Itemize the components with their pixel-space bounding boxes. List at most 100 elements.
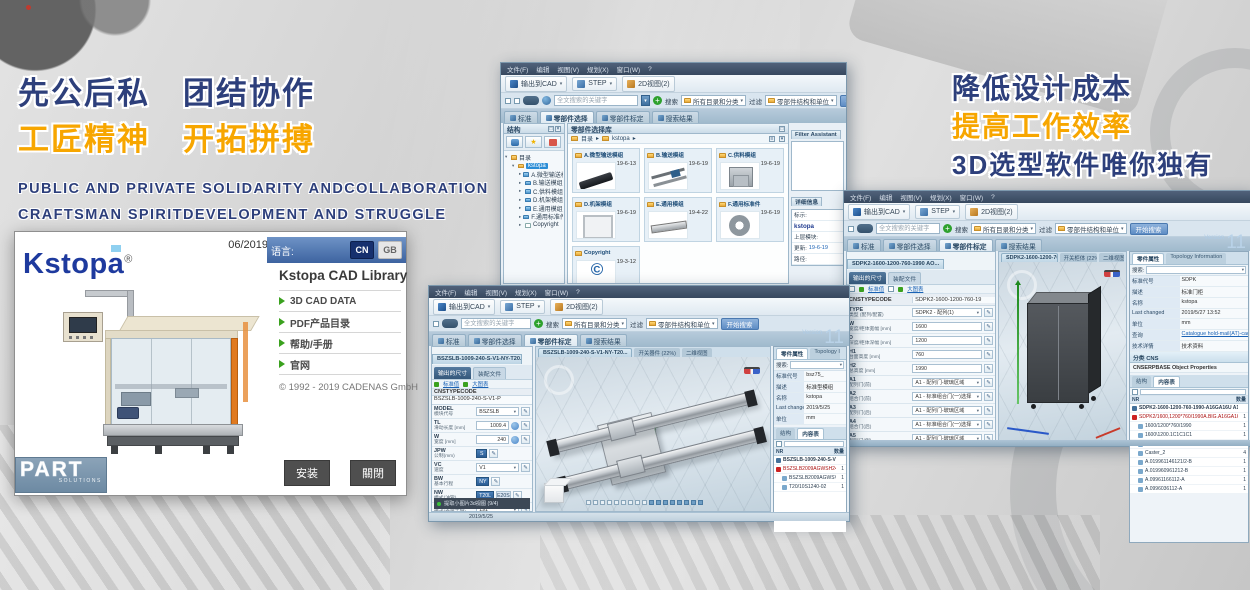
menu-item[interactable]: 视图(V): [900, 192, 922, 202]
parameter-value-box[interactable]: V1: [476, 463, 519, 472]
format-step-button[interactable]: STEP▾: [915, 205, 960, 219]
parameter-value-box[interactable]: NY: [476, 477, 489, 486]
edit-icon[interactable]: ✎: [984, 392, 993, 401]
menu-item[interactable]: 规划(X): [930, 192, 952, 202]
edit-icon[interactable]: ✎: [491, 477, 500, 486]
large-table-checkbox[interactable]: [888, 286, 894, 292]
export-to-cad-button[interactable]: 输出到CAD▾: [848, 204, 910, 220]
menu-item[interactable]: 编辑: [464, 287, 477, 297]
menu-item[interactable]: 视图(V): [557, 64, 579, 74]
large-table-link[interactable]: 大图表: [907, 285, 923, 293]
edit-icon[interactable]: ✎: [984, 364, 993, 373]
tab-structure[interactable]: 结构: [1132, 376, 1151, 387]
catalog-card[interactable]: A.微型输送模组 19-6-13: [572, 148, 640, 193]
parameter-value-box[interactable]: 1200: [912, 336, 982, 345]
edit-icon[interactable]: ✎: [984, 378, 993, 387]
3d-canvas[interactable]: [536, 357, 770, 511]
navigation-cube[interactable]: [544, 483, 564, 503]
close-icon[interactable]: ×: [555, 126, 561, 132]
main-tab[interactable]: 零部件标定: [596, 111, 650, 123]
search-mode-toggle[interactable]: [857, 224, 873, 233]
edit-icon[interactable]: ✎: [521, 421, 530, 430]
menu-item[interactable]: 文件(F): [435, 287, 456, 297]
parameter-value-box[interactable]: 760: [912, 350, 982, 359]
tab-topology-information[interactable]: Topology Information: [810, 348, 840, 359]
parts-table-row[interactable]: A.019961146121/2-B 1: [1130, 458, 1248, 467]
expand-arrow-icon[interactable]: ▸: [519, 171, 521, 177]
edit-icon[interactable]: ✎: [521, 435, 530, 444]
edit-icon[interactable]: ✎: [984, 420, 993, 429]
installer-menu-item[interactable]: 3D CAD DATA: [279, 290, 401, 311]
viewport-tool-icon[interactable]: [593, 500, 598, 505]
filter-assistant-tab[interactable]: Filter Assistant: [791, 130, 841, 139]
view-2d-button[interactable]: 2D视图(2): [622, 76, 675, 92]
edit-icon[interactable]: ✎: [521, 407, 530, 416]
start-search-button[interactable]: 开始搜索: [721, 318, 759, 330]
main-tab[interactable]: 零部件选择: [883, 239, 937, 251]
expand-arrow-icon[interactable]: ▾: [512, 163, 516, 169]
viewport-tool-icon[interactable]: [586, 500, 591, 505]
catalog-card[interactable]: F.通用标准件 19-6-19: [716, 197, 784, 242]
parts-table-row[interactable]: BSZSLB2009AGWSV1 'V2' 'V3' 'V4' 'V5' 'V6…: [774, 474, 846, 483]
view-preset-icon[interactable]: [691, 500, 696, 505]
filter-unit-dropdown[interactable]: 零部件结构和单位▾: [1055, 223, 1127, 234]
parameter-value-box[interactable]: A1 - 标准组合门(一)选择: [912, 392, 982, 401]
menu-item[interactable]: ?: [576, 289, 580, 296]
export-to-cad-button[interactable]: 输出到CAD▾: [433, 299, 495, 315]
search-history-dropdown[interactable]: ▾: [641, 95, 650, 106]
edit-icon[interactable]: ✎: [521, 463, 530, 472]
fulltext-search-input[interactable]: [554, 95, 638, 106]
expand-arrow-icon[interactable]: ▾: [505, 154, 509, 160]
search-checkbox[interactable]: [505, 98, 511, 104]
installer-menu-item[interactable]: PDF产品目录: [279, 311, 401, 332]
parts-table-row[interactable]: A.019960961212-B 1: [1130, 467, 1248, 476]
catalog-card[interactable]: C.供料模组 19-6-19: [716, 148, 784, 193]
menu-item[interactable]: 窗口(W): [545, 287, 568, 297]
parts-table-row[interactable]: 1600/1200*760/1990 1: [1130, 422, 1248, 431]
language-cn-button[interactable]: CN: [350, 241, 374, 259]
parts-table-row[interactable]: BSZSLB-1009-240-S-V1-NY-T20-(20): [774, 456, 846, 465]
start-search-button[interactable]: 开始搜索: [840, 95, 846, 107]
edit-icon[interactable]: ✎: [489, 449, 498, 458]
view-preset-icon[interactable]: [677, 500, 682, 505]
installer-menu-item[interactable]: 帮助/手册: [279, 332, 401, 353]
3d-glasses-icon[interactable]: [1104, 270, 1120, 277]
catalog-card[interactable]: D.机架模组 19-6-19: [572, 197, 640, 242]
view-preset-icon[interactable]: [670, 500, 675, 505]
view-preset-icon[interactable]: [663, 500, 668, 505]
parts-filter-input[interactable]: [784, 441, 844, 447]
filter-checkbox[interactable]: [1132, 389, 1138, 395]
add-search-term-button[interactable]: +: [534, 319, 543, 328]
parameter-value-box[interactable]: A1 - 配列门-玻璃区域: [912, 378, 982, 387]
main-tab[interactable]: 零部件标定: [524, 334, 578, 346]
search-options-button[interactable]: [542, 96, 551, 105]
parts-table-row[interactable]: T20/10S1240-02 1: [774, 483, 846, 492]
property-search-select[interactable]: [1146, 266, 1246, 274]
edit-icon[interactable]: ✎: [984, 322, 993, 331]
menu-item[interactable]: ?: [648, 66, 652, 73]
parameter-value-box[interactable]: BSZSLB: [476, 407, 519, 416]
breadcrumb-root[interactable]: 目录: [581, 134, 593, 143]
parameter-value-box[interactable]: 1600: [912, 322, 982, 331]
parts-filter-input[interactable]: [1140, 389, 1246, 395]
info-icon[interactable]: [511, 422, 519, 430]
parameter-value-box[interactable]: 1990: [912, 364, 982, 373]
part-title-tab[interactable]: SDPK2-1600-1200-760-1990 AO...: [847, 259, 944, 269]
search-checkbox[interactable]: [433, 321, 439, 327]
search-mode-toggle[interactable]: [523, 96, 539, 105]
expand-arrow-icon[interactable]: ▸: [519, 188, 523, 194]
search-scope-dropdown[interactable]: 所有目录和分类▾: [562, 318, 627, 329]
menu-item[interactable]: 规划(X): [515, 287, 537, 297]
install-button[interactable]: 安装: [284, 460, 330, 486]
search-scope-dropdown[interactable]: 所有目录和分类▾: [681, 95, 746, 106]
parts-table-row[interactable]: BSZSLB2009AGWSH24PT20/1B/U 1: [774, 465, 846, 474]
undock-icon[interactable]: □: [548, 126, 554, 132]
main-tab[interactable]: 标准: [432, 334, 466, 346]
undock-icon[interactable]: □: [779, 126, 785, 132]
catalogs-button[interactable]: [506, 136, 523, 148]
add-search-term-button[interactable]: +: [943, 224, 952, 233]
view-preset-icon[interactable]: [698, 500, 703, 505]
tab-assembly-file[interactable]: 装配文件: [888, 272, 921, 284]
3d-canvas[interactable]: [999, 262, 1126, 443]
view-preset-icon[interactable]: [684, 500, 689, 505]
